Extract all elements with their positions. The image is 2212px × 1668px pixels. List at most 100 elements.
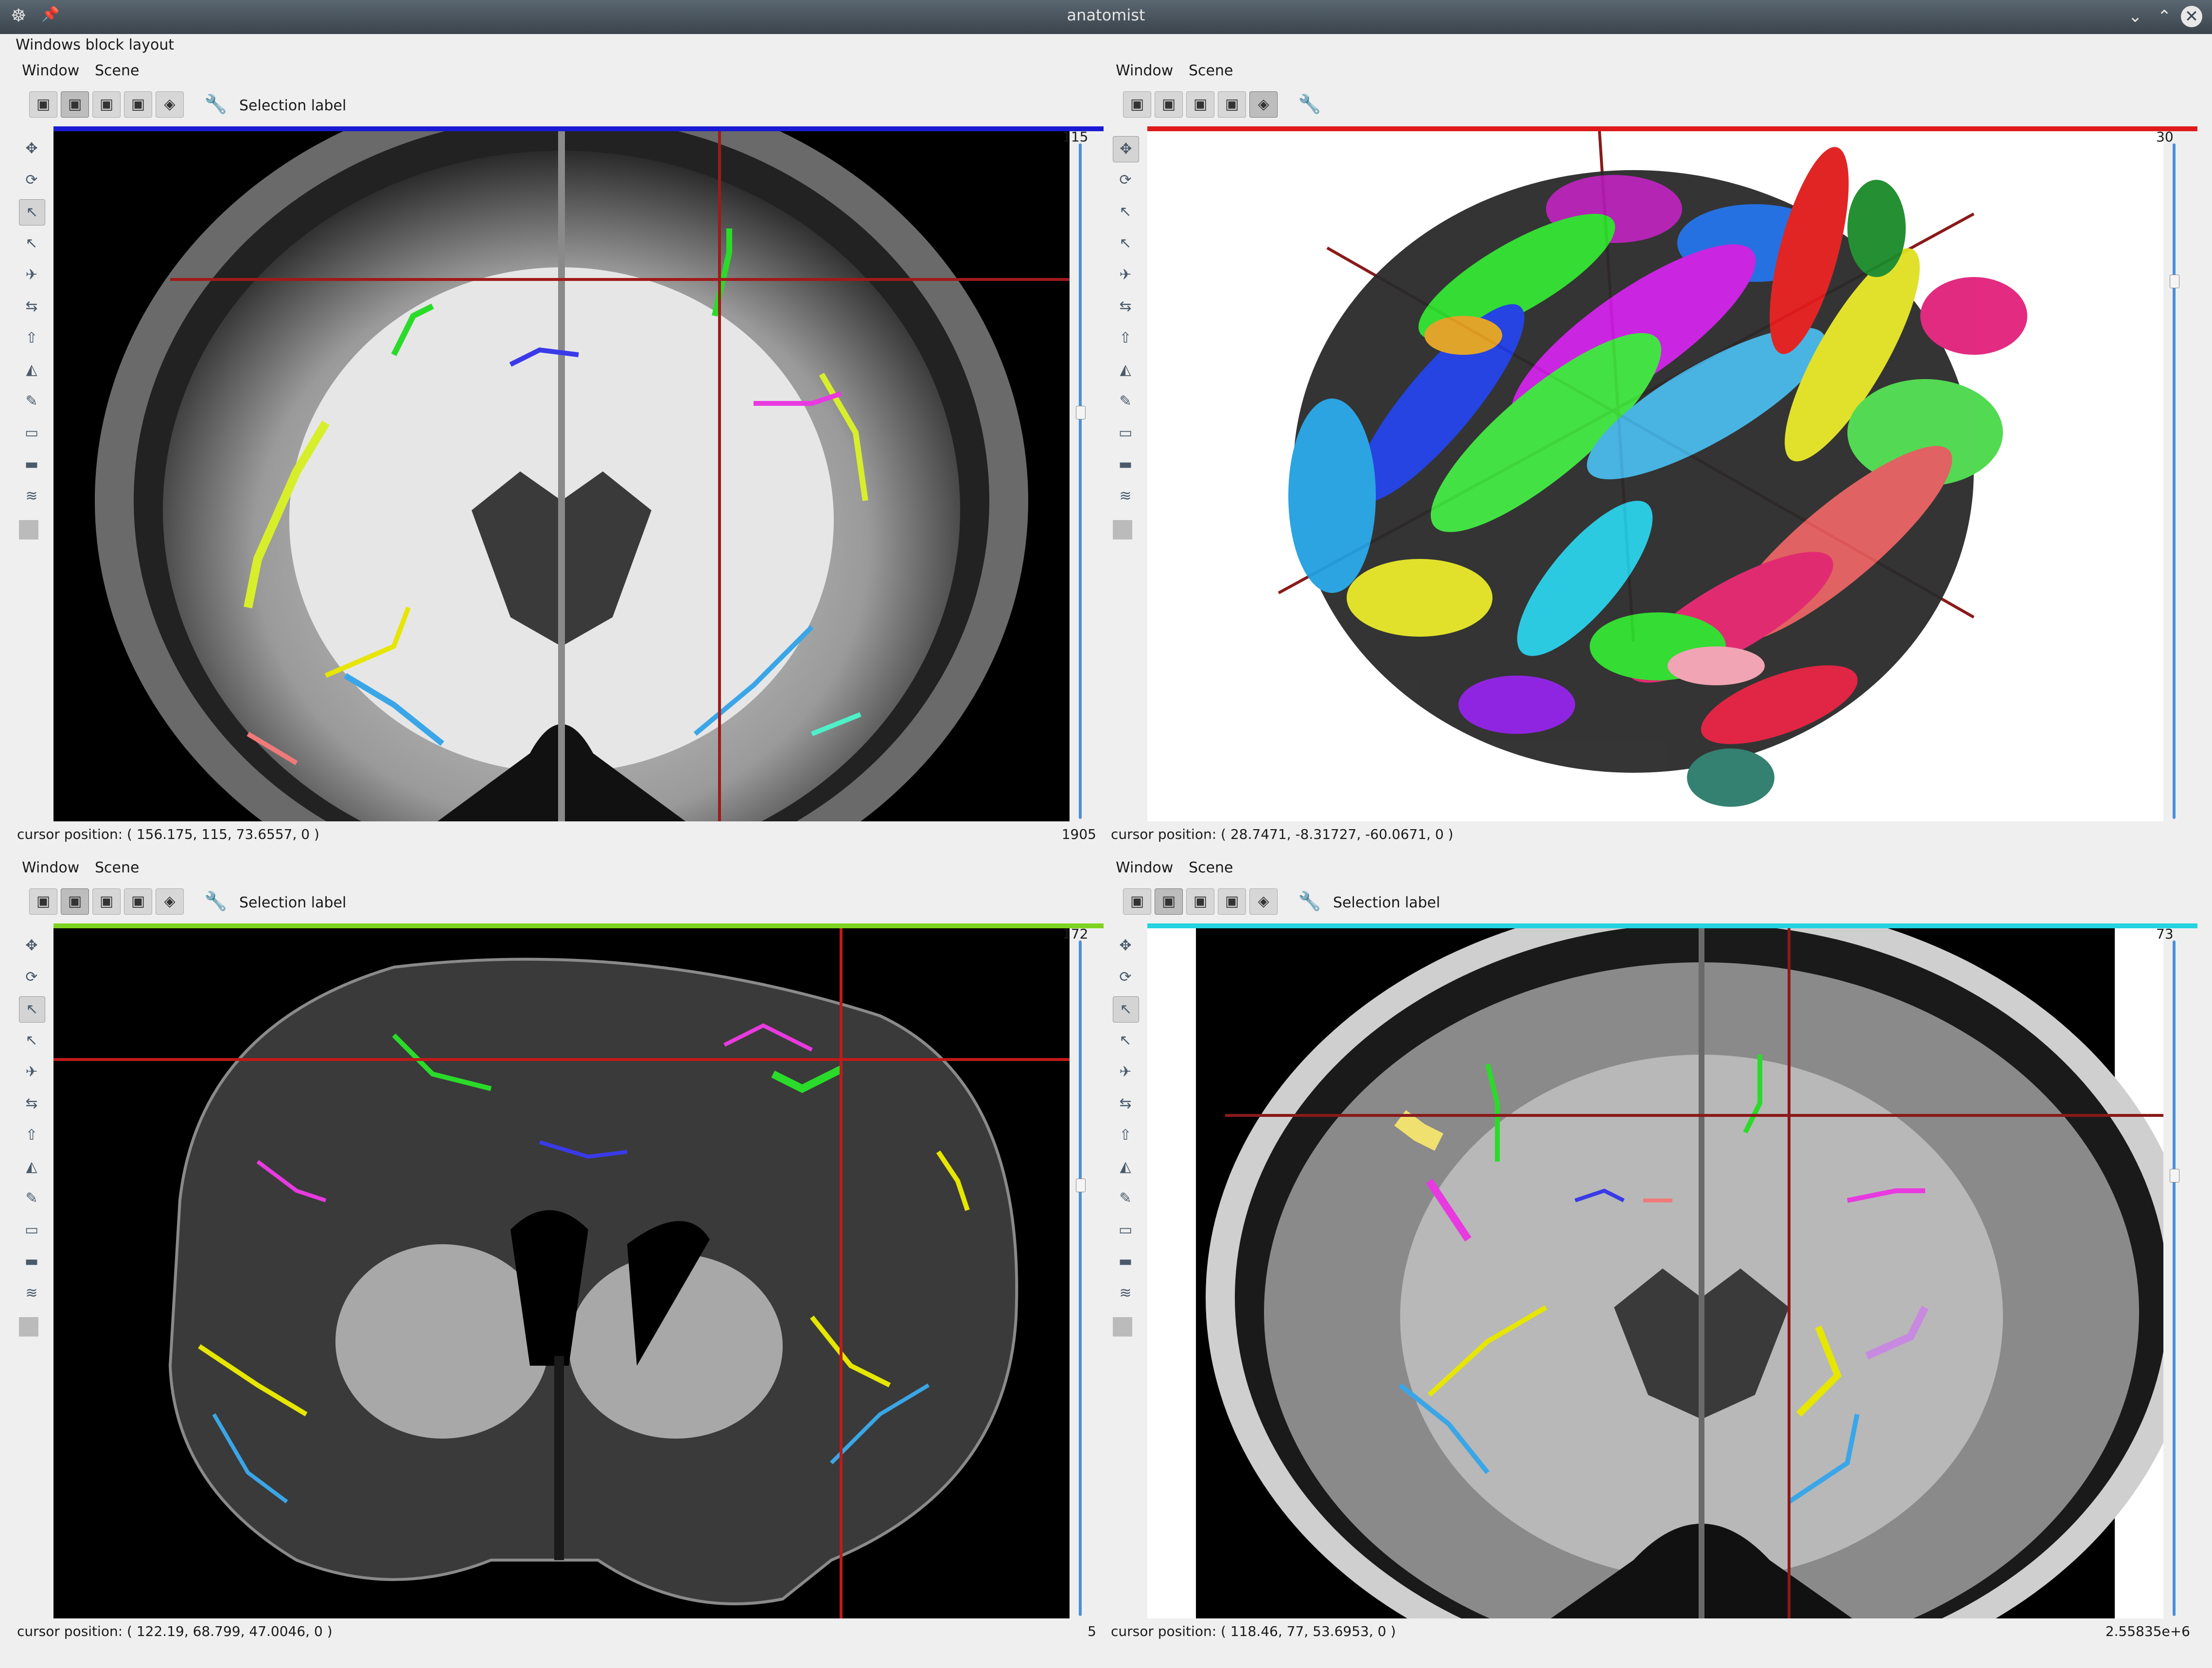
transform-control-icon[interactable]: ⇆	[1113, 294, 1138, 319]
paint-brush-icon[interactable]: ✎	[19, 389, 44, 414]
surface-paint-icon[interactable]: ◭	[19, 1154, 44, 1180]
rotate-control-icon[interactable]: ⟳	[19, 168, 44, 193]
transform-control-icon[interactable]: ⇆	[19, 1091, 44, 1116]
rotate-control-icon[interactable]: ⟳	[19, 965, 44, 990]
slider-handle[interactable]	[1076, 1179, 1086, 1192]
slider-handle[interactable]	[2170, 275, 2179, 288]
select-2-control-icon[interactable]: ↖	[19, 231, 44, 256]
default-control-icon[interactable]: ✥	[1113, 136, 1139, 162]
surface-paint-icon[interactable]: ◭	[19, 357, 44, 382]
slice-slider[interactable]	[2170, 143, 2179, 819]
fly-control-icon[interactable]: ✈	[1113, 1060, 1138, 1085]
menu-window[interactable]: Window	[22, 62, 79, 79]
coronal-mri-view[interactable]	[1147, 928, 2163, 1618]
slider-handle[interactable]	[1076, 406, 1086, 419]
annotation-control-icon[interactable]: ▬	[1113, 1249, 1138, 1274]
axial-view-icon[interactable]: ▣	[29, 91, 57, 118]
slice-slider[interactable]	[1076, 940, 1086, 1616]
threshold-control-icon[interactable]: ⇧	[19, 1123, 44, 1148]
sagittal-view-icon[interactable]: ▣	[1186, 91, 1214, 118]
3d-view-icon[interactable]: ◈	[156, 888, 184, 915]
paint-brush-icon[interactable]: ✎	[1113, 1186, 1138, 1211]
threshold-control-icon[interactable]: ⇧	[19, 326, 44, 351]
surface-paint-icon[interactable]: ◭	[1113, 357, 1138, 382]
menu-window[interactable]: Window	[1116, 859, 1173, 876]
oblique-view-icon[interactable]: ▣	[124, 91, 152, 118]
threshold-control-icon[interactable]: ⇧	[1113, 1123, 1138, 1148]
tools-wrench-icon[interactable]: 🔧	[1298, 93, 1321, 115]
coronal-view-icon[interactable]: ▣	[61, 888, 89, 915]
3d-view-icon[interactable]: ◈	[156, 91, 184, 118]
sulci-control-icon[interactable]: ≋	[19, 484, 44, 509]
select-2-control-icon[interactable]: ↖	[19, 1028, 44, 1053]
annotation-control-icon[interactable]: ▬	[19, 1249, 44, 1274]
tools-wrench-icon[interactable]: 🔧	[1298, 890, 1321, 912]
paint-brush-icon[interactable]: ✎	[19, 1186, 44, 1211]
menu-scene[interactable]: Scene	[95, 62, 139, 79]
sulci-control-icon[interactable]: ≋	[1113, 484, 1138, 509]
color-swatch-icon[interactable]	[19, 1317, 38, 1337]
threshold-control-icon[interactable]: ⇧	[1113, 326, 1138, 351]
slider-handle[interactable]	[2170, 1169, 2179, 1182]
transform-control-icon[interactable]: ⇆	[19, 294, 44, 319]
fly-control-icon[interactable]: ✈	[1113, 262, 1138, 288]
sulci-control-icon[interactable]: ≋	[1113, 1281, 1138, 1306]
sulci-3d-render	[1278, 131, 2027, 807]
paint-brush-icon[interactable]: ✎	[1113, 389, 1138, 414]
histology-coronal-view[interactable]	[53, 928, 1070, 1618]
roi-control-icon[interactable]: ▭	[1113, 1217, 1138, 1243]
axial-view-icon[interactable]: ▣	[1123, 91, 1151, 118]
sagittal-view-icon[interactable]: ▣	[92, 91, 121, 118]
minimize-icon[interactable]: ⌄	[2124, 6, 2146, 27]
menu-scene[interactable]: Scene	[1189, 62, 1233, 79]
surface-paint-icon[interactable]: ◭	[1113, 1154, 1138, 1180]
rotate-control-icon[interactable]: ⟳	[1113, 965, 1138, 990]
tools-wrench-icon[interactable]: 🔧	[204, 890, 227, 912]
3d-view-icon[interactable]: ◈	[1249, 91, 1278, 118]
roi-control-icon[interactable]: ▭	[1113, 420, 1138, 446]
color-swatch-icon[interactable]	[19, 520, 38, 539]
3d-sulci-view[interactable]	[1147, 131, 2163, 821]
3d-view-icon[interactable]: ◈	[1249, 888, 1278, 915]
default-control-icon[interactable]: ✥	[1113, 933, 1138, 958]
roi-control-icon[interactable]: ▭	[19, 1217, 44, 1243]
default-control-icon[interactable]: ✥	[19, 136, 44, 161]
sagittal-view-icon[interactable]: ▣	[1186, 888, 1214, 915]
slice-slider[interactable]	[2170, 940, 2179, 1616]
roi-control-icon[interactable]: ▭	[19, 420, 44, 446]
transform-control-icon[interactable]: ⇆	[1113, 1091, 1138, 1116]
select-control-icon[interactable]: ↖	[19, 996, 45, 1023]
color-swatch-icon[interactable]	[1113, 520, 1132, 539]
fly-control-icon[interactable]: ✈	[19, 1060, 44, 1085]
sulci-control-icon[interactable]: ≋	[19, 1281, 44, 1306]
default-control-icon[interactable]: ✥	[19, 933, 44, 958]
select-control-icon[interactable]: ↖	[1113, 996, 1139, 1023]
axial-view-icon[interactable]: ▣	[1123, 888, 1151, 915]
coronal-view-icon[interactable]: ▣	[61, 91, 89, 118]
oblique-view-icon[interactable]: ▣	[124, 888, 152, 915]
coronal-view-icon[interactable]: ▣	[1155, 91, 1183, 118]
tools-wrench-icon[interactable]: 🔧	[204, 93, 227, 115]
menu-window[interactable]: Window	[22, 859, 79, 876]
maximize-icon[interactable]: ⌃	[2154, 6, 2175, 27]
select-control-icon[interactable]: ↖	[1113, 199, 1138, 225]
menu-window[interactable]: Window	[1116, 62, 1173, 79]
close-icon[interactable]: ✕	[2181, 6, 2202, 27]
axial-mri-view[interactable]	[53, 131, 1070, 821]
color-swatch-icon[interactable]	[1113, 1317, 1132, 1337]
coronal-view-icon[interactable]: ▣	[1155, 888, 1183, 915]
axial-view-icon[interactable]: ▣	[29, 888, 57, 915]
select-2-control-icon[interactable]: ↖	[1113, 1028, 1138, 1053]
menu-scene[interactable]: Scene	[95, 859, 139, 876]
menu-scene[interactable]: Scene	[1189, 859, 1233, 876]
select-2-control-icon[interactable]: ↖	[1113, 231, 1138, 256]
fly-control-icon[interactable]: ✈	[19, 262, 44, 288]
sagittal-view-icon[interactable]: ▣	[92, 888, 121, 915]
rotate-control-icon[interactable]: ⟳	[1113, 168, 1138, 193]
select-control-icon[interactable]: ↖	[19, 199, 45, 226]
annotation-control-icon[interactable]: ▬	[19, 452, 44, 477]
oblique-view-icon[interactable]: ▣	[1218, 888, 1246, 915]
annotation-control-icon[interactable]: ▬	[1113, 452, 1138, 477]
slice-slider[interactable]	[1076, 143, 1086, 819]
oblique-view-icon[interactable]: ▣	[1218, 91, 1246, 118]
